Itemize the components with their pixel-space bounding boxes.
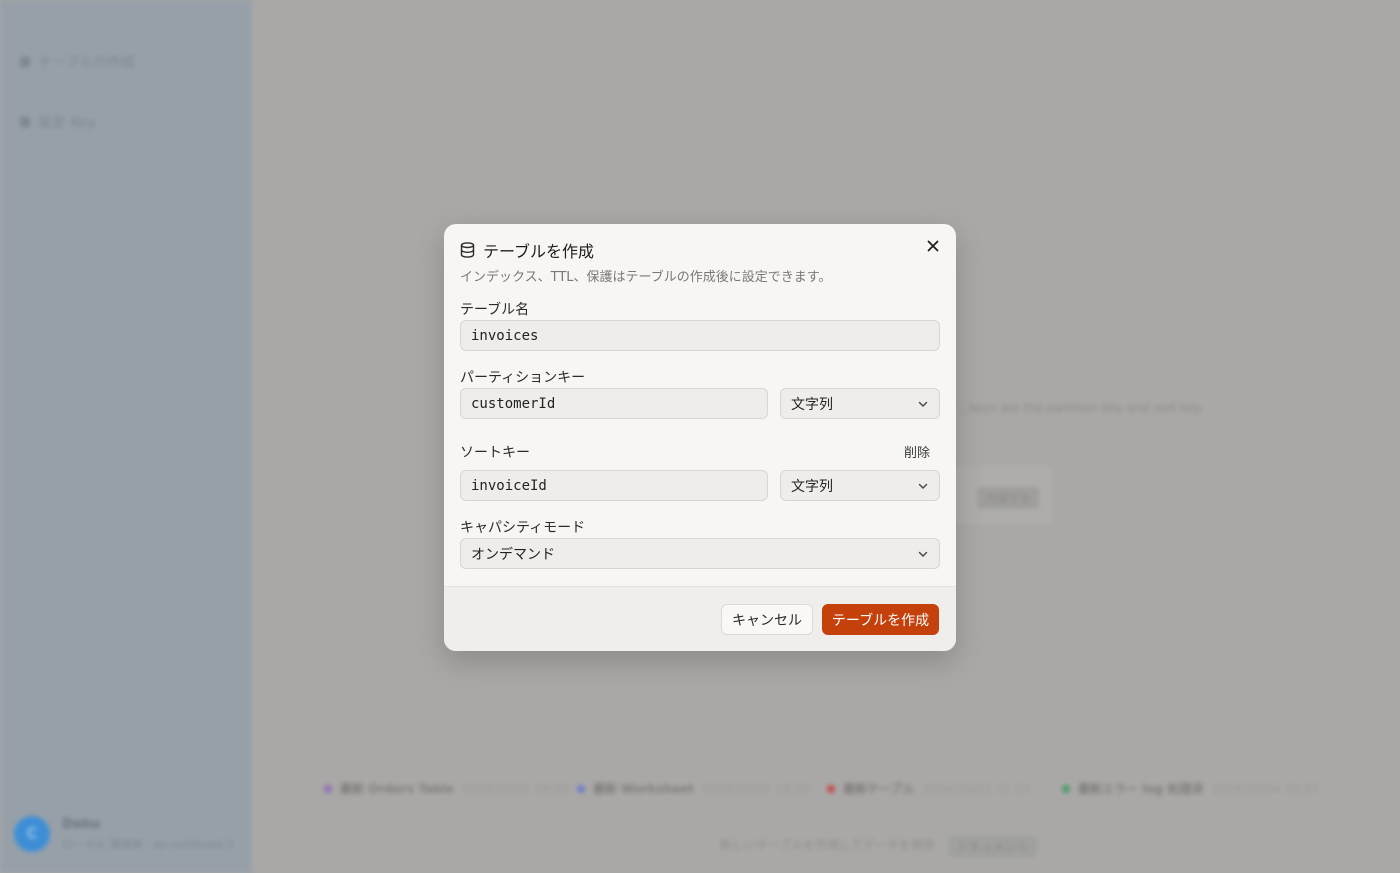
chevron-down-icon bbox=[917, 398, 929, 410]
user-name: Dabu bbox=[62, 816, 101, 832]
capacity-mode-label: キャパシティモード bbox=[460, 520, 586, 536]
legend-label: 最新 Orders Table bbox=[340, 782, 454, 796]
partition-key-value: customerId bbox=[471, 395, 556, 412]
sidebar: テーブルの作成 設定 Key C Dabu ローカル 環境用 · ap-nort… bbox=[0, 0, 252, 873]
background-create-button[interactable]: 作成する bbox=[977, 487, 1039, 509]
legend-label: 最新エラー log 処理済 bbox=[1078, 782, 1204, 796]
legend-value: 2024/10/04 16:45 bbox=[1211, 781, 1319, 796]
user-subtitle: ローカル 環境用 · ap-northeast-1 bbox=[62, 837, 235, 851]
settings-icon bbox=[20, 117, 30, 127]
sidebar-item-settings[interactable]: 設定 Key bbox=[20, 112, 96, 132]
legend-swatch bbox=[827, 784, 835, 793]
sort-key-type-select[interactable]: 文字列 bbox=[780, 470, 940, 501]
table-name-label: テーブル名 bbox=[460, 302, 530, 318]
partition-key-label: パーティションキー bbox=[460, 370, 586, 386]
legend-item: 最新 Orders Table 2024/10/01 09:00 bbox=[324, 780, 569, 797]
legend-value: 2024/10/02 14:30 bbox=[701, 781, 810, 796]
create-table-dialog: テーブルを作成 インデックス、TTL、保護はテーブルの作成後に設定できます。 テ… bbox=[444, 224, 956, 651]
table-name-input[interactable]: invoices bbox=[460, 320, 940, 351]
dialog-description: インデックス、TTL、保護はテーブルの作成後に設定できます。 bbox=[460, 270, 832, 285]
legend-item: 最新エラー log 処理済 2024/10/04 16:45 bbox=[1062, 780, 1319, 797]
legend-label: 最新 Worksheet bbox=[593, 782, 694, 796]
remove-sort-key-button[interactable]: 削除 bbox=[904, 442, 930, 461]
partition-key-type-value: 文字列 bbox=[791, 396, 833, 413]
partition-key-type-select[interactable]: 文字列 bbox=[780, 388, 940, 419]
background-text: ... keys are the partition key and sort … bbox=[954, 401, 1204, 415]
legend-item: 最新テーブル 2024/10/03 11:15 bbox=[827, 780, 1030, 797]
sidebar-item-label: 設定 Key bbox=[38, 115, 96, 131]
table-icon bbox=[20, 57, 30, 67]
footer-docs-link[interactable]: ドキュメント bbox=[948, 836, 1037, 857]
sort-key-type-value: 文字列 bbox=[791, 478, 833, 495]
sort-key-label: ソートキー bbox=[460, 445, 530, 461]
sidebar-item-label: テーブルの作成 bbox=[38, 55, 136, 71]
user-profile[interactable]: C Dabu ローカル 環境用 · ap-northeast-1 bbox=[14, 816, 235, 852]
sidebar-item-create-table[interactable]: テーブルの作成 bbox=[20, 52, 135, 72]
sort-key-input[interactable]: invoiceId bbox=[460, 470, 768, 501]
background-footer: 新しいテーブルを作成してデータを保存 ドキュメント bbox=[720, 836, 1037, 857]
avatar: C bbox=[14, 816, 50, 852]
legend-value: 2024/10/03 11:15 bbox=[922, 781, 1030, 796]
legend-swatch bbox=[577, 784, 585, 793]
footer-text: 新しいテーブルを作成してデータを保存 bbox=[720, 838, 935, 852]
dialog-title: テーブルを作成 bbox=[483, 242, 595, 261]
close-button[interactable] bbox=[924, 237, 942, 255]
legend-item: 最新 Worksheet 2024/10/02 14:30 bbox=[577, 780, 809, 797]
legend-swatch bbox=[1062, 784, 1070, 793]
partition-key-input[interactable]: customerId bbox=[460, 388, 768, 419]
legend-label: 最新テーブル bbox=[843, 782, 915, 796]
chevron-down-icon bbox=[917, 548, 929, 560]
create-table-button[interactable]: テーブルを作成 bbox=[822, 604, 939, 635]
database-icon bbox=[460, 242, 475, 258]
sort-key-value: invoiceId bbox=[471, 477, 547, 494]
capacity-mode-select[interactable]: オンデマンド bbox=[460, 538, 940, 569]
chevron-down-icon bbox=[917, 480, 929, 492]
close-icon bbox=[927, 240, 939, 252]
cancel-button[interactable]: キャンセル bbox=[721, 604, 813, 635]
legend-swatch bbox=[324, 784, 332, 793]
dialog-header: テーブルを作成 bbox=[460, 238, 594, 262]
legend-value: 2024/10/01 09:00 bbox=[461, 781, 570, 796]
table-name-value: invoices bbox=[471, 327, 539, 344]
dialog-footer: キャンセル テーブルを作成 bbox=[444, 586, 956, 651]
capacity-mode-value: オンデマンド bbox=[471, 546, 555, 563]
